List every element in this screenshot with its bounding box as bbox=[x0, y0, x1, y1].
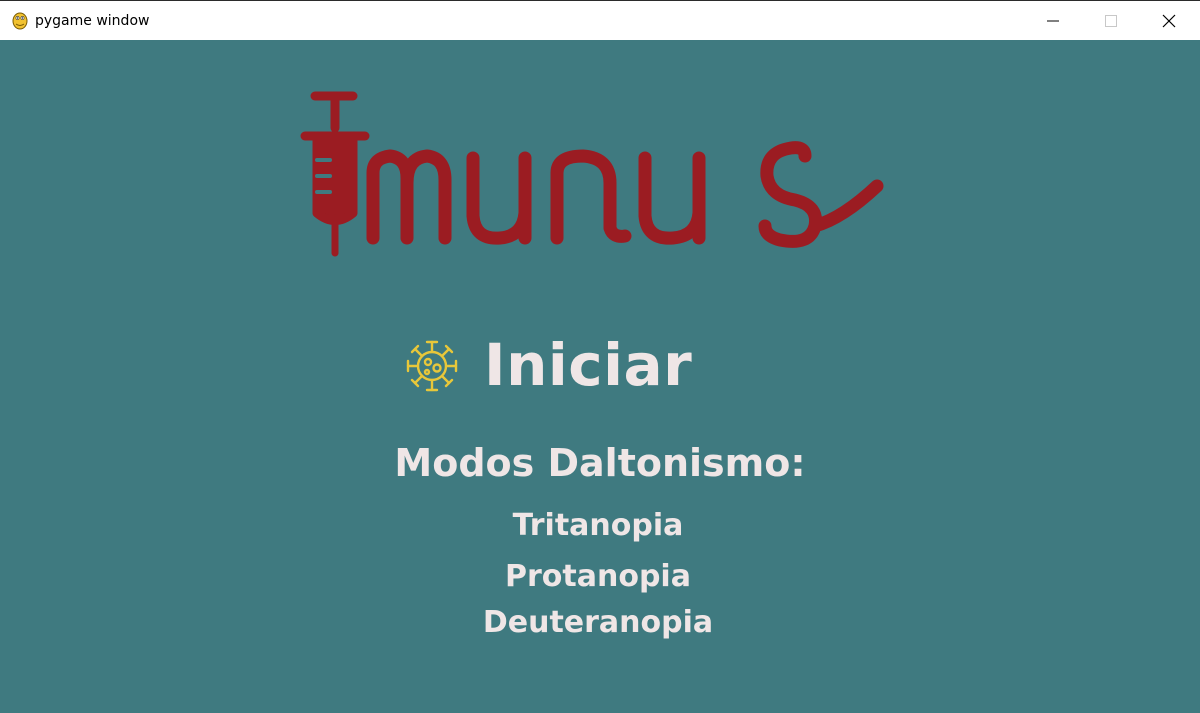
game-logo bbox=[295, 88, 895, 263]
game-canvas: Iniciar Modos Daltonismo: Tritanopia Pro… bbox=[0, 40, 1200, 713]
minimize-button[interactable] bbox=[1024, 1, 1082, 41]
close-button[interactable] bbox=[1140, 1, 1198, 41]
close-icon bbox=[1162, 14, 1176, 28]
maximize-icon bbox=[1105, 15, 1117, 27]
minimize-icon bbox=[1047, 20, 1059, 22]
mode-tritanopia[interactable]: Tritanopia bbox=[0, 506, 1196, 546]
mode-protanopia[interactable]: Protanopia bbox=[0, 557, 1196, 597]
syringe-icon bbox=[300, 91, 370, 257]
colorblind-modes-heading: Modos Daltonismo: bbox=[394, 441, 806, 485]
start-label[interactable]: Iniciar bbox=[484, 330, 692, 400]
mode-deuteranopia[interactable]: Deuteranopia bbox=[0, 603, 1196, 643]
pygame-window: pygame window Iniciar Modos Daltonismo: … bbox=[0, 0, 1200, 713]
window-title: pygame window bbox=[35, 13, 150, 29]
title-bar[interactable]: pygame window bbox=[0, 0, 1200, 40]
virus-icon bbox=[404, 338, 460, 394]
pygame-snake-icon bbox=[10, 10, 30, 30]
maximize-button[interactable] bbox=[1082, 1, 1140, 41]
